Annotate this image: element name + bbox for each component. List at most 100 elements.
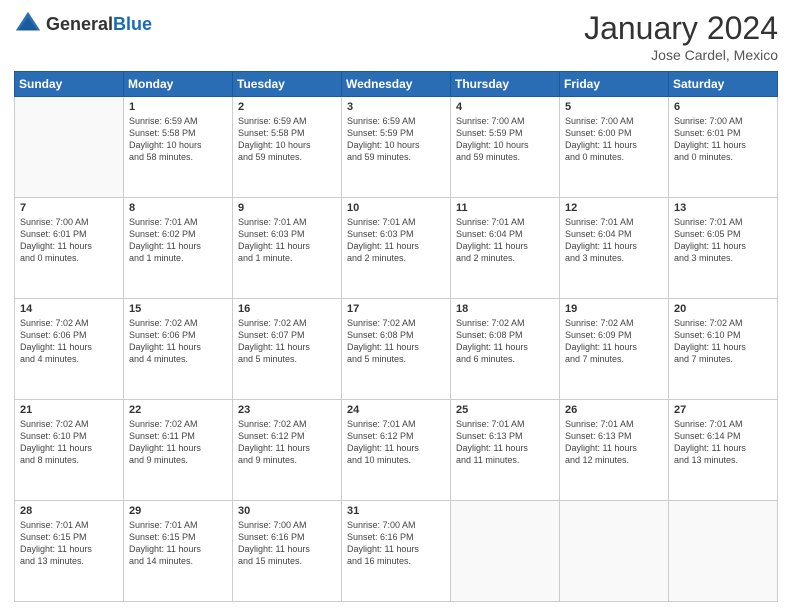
day-info: Sunrise: 6:59 AMSunset: 5:58 PMDaylight:… xyxy=(238,115,336,164)
day-info: Sunrise: 6:59 AMSunset: 5:59 PMDaylight:… xyxy=(347,115,445,164)
day-info: Sunrise: 7:00 AMSunset: 5:59 PMDaylight:… xyxy=(456,115,554,164)
day-info: Sunrise: 7:01 AMSunset: 6:04 PMDaylight:… xyxy=(565,216,663,265)
title-area: January 2024 Jose Cardel, Mexico xyxy=(584,10,778,63)
day-number: 19 xyxy=(565,303,663,315)
calendar-cell: 25 Sunrise: 7:01 AMSunset: 6:13 PMDayligh… xyxy=(451,400,560,501)
calendar-cell: 4 Sunrise: 7:00 AMSunset: 5:59 PMDaylight… xyxy=(451,97,560,198)
calendar-cell: 29 Sunrise: 7:01 AMSunset: 6:15 PMDayligh… xyxy=(124,501,233,602)
calendar-cell: 31 Sunrise: 7:00 AMSunset: 6:16 PMDayligh… xyxy=(342,501,451,602)
calendar-header: SundayMondayTuesdayWednesdayThursdayFrid… xyxy=(15,72,778,97)
calendar-cell: 17Sunrise: 7:02 AMSunset: 6:08 PMDayligh… xyxy=(342,299,451,400)
calendar-cell: 22 Sunrise: 7:02 AMSunset: 6:11 PMDayligh… xyxy=(124,400,233,501)
weekday-header: Wednesday xyxy=(342,72,451,97)
day-info: Sunrise: 7:00 AMSunset: 6:00 PMDaylight:… xyxy=(565,115,663,164)
day-info: Sunrise: 7:01 AMSunset: 6:13 PMDaylight:… xyxy=(565,418,663,467)
logo-text: GeneralBlue xyxy=(46,14,152,35)
day-number: 7 xyxy=(20,202,118,214)
calendar-cell: 21Sunrise: 7:02 AMSunset: 6:10 PMDayligh… xyxy=(15,400,124,501)
day-number: 21 xyxy=(20,404,118,416)
day-info: Sunrise: 7:02 AMSunset: 6:06 PMDaylight:… xyxy=(20,317,118,366)
weekday-header: Saturday xyxy=(669,72,778,97)
calendar-cell: 20 Sunrise: 7:02 AMSunset: 6:10 PMDayligh… xyxy=(669,299,778,400)
calendar-cell: 7Sunrise: 7:00 AMSunset: 6:01 PMDaylight… xyxy=(15,198,124,299)
calendar-cell: 24Sunrise: 7:01 AMSunset: 6:12 PMDayligh… xyxy=(342,400,451,501)
calendar-cell: 13 Sunrise: 7:01 AMSunset: 6:05 PMDayligh… xyxy=(669,198,778,299)
month-title: January 2024 xyxy=(584,10,778,47)
calendar-body: 1 Sunrise: 6:59 AMSunset: 5:58 PMDaylight… xyxy=(15,97,778,602)
calendar-cell: 3 Sunrise: 6:59 AMSunset: 5:59 PMDaylight… xyxy=(342,97,451,198)
calendar-cell xyxy=(560,501,669,602)
day-info: Sunrise: 7:00 AMSunset: 6:16 PMDaylight:… xyxy=(347,519,445,568)
day-number: 26 xyxy=(565,404,663,416)
day-number: 13 xyxy=(674,202,772,214)
calendar-cell: 12 Sunrise: 7:01 AMSunset: 6:04 PMDayligh… xyxy=(560,198,669,299)
day-info: Sunrise: 7:01 AMSunset: 6:15 PMDaylight:… xyxy=(129,519,227,568)
day-info: Sunrise: 6:59 AMSunset: 5:58 PMDaylight:… xyxy=(129,115,227,164)
day-number: 14 xyxy=(20,303,118,315)
day-number: 29 xyxy=(129,505,227,517)
day-number: 1 xyxy=(129,101,227,113)
day-info: Sunrise: 7:02 AMSunset: 6:09 PMDaylight:… xyxy=(565,317,663,366)
weekday-row: SundayMondayTuesdayWednesdayThursdayFrid… xyxy=(15,72,778,97)
day-info: Sunrise: 7:01 AMSunset: 6:03 PMDaylight:… xyxy=(347,216,445,265)
day-info: Sunrise: 7:01 AMSunset: 6:13 PMDaylight:… xyxy=(456,418,554,467)
calendar-page: GeneralBlue January 2024 Jose Cardel, Me… xyxy=(0,0,792,612)
day-info: Sunrise: 7:02 AMSunset: 6:07 PMDaylight:… xyxy=(238,317,336,366)
calendar-cell: 9Sunrise: 7:01 AMSunset: 6:03 PMDaylight… xyxy=(233,198,342,299)
calendar-cell: 2 Sunrise: 6:59 AMSunset: 5:58 PMDaylight… xyxy=(233,97,342,198)
day-number: 3 xyxy=(347,101,445,113)
calendar-week-row: 7Sunrise: 7:00 AMSunset: 6:01 PMDaylight… xyxy=(15,198,778,299)
day-info: Sunrise: 7:01 AMSunset: 6:12 PMDaylight:… xyxy=(347,418,445,467)
calendar-week-row: 21Sunrise: 7:02 AMSunset: 6:10 PMDayligh… xyxy=(15,400,778,501)
calendar-cell: 28Sunrise: 7:01 AMSunset: 6:15 PMDayligh… xyxy=(15,501,124,602)
calendar-cell xyxy=(669,501,778,602)
calendar-cell: 6Sunrise: 7:00 AMSunset: 6:01 PMDaylight… xyxy=(669,97,778,198)
calendar-cell: 14 Sunrise: 7:02 AMSunset: 6:06 PMDayligh… xyxy=(15,299,124,400)
day-number: 22 xyxy=(129,404,227,416)
day-info: Sunrise: 7:00 AMSunset: 6:01 PMDaylight:… xyxy=(674,115,772,164)
weekday-header: Tuesday xyxy=(233,72,342,97)
header: GeneralBlue January 2024 Jose Cardel, Me… xyxy=(14,10,778,63)
calendar-cell: 19 Sunrise: 7:02 AMSunset: 6:09 PMDayligh… xyxy=(560,299,669,400)
location: Jose Cardel, Mexico xyxy=(584,47,778,63)
day-number: 9 xyxy=(238,202,336,214)
calendar-week-row: 1 Sunrise: 6:59 AMSunset: 5:58 PMDaylight… xyxy=(15,97,778,198)
day-number: 10 xyxy=(347,202,445,214)
day-number: 28 xyxy=(20,505,118,517)
day-info: Sunrise: 7:01 AMSunset: 6:02 PMDaylight:… xyxy=(129,216,227,265)
weekday-header: Friday xyxy=(560,72,669,97)
calendar-cell: 27 Sunrise: 7:01 AMSunset: 6:14 PMDayligh… xyxy=(669,400,778,501)
calendar-cell: 15Sunrise: 7:02 AMSunset: 6:06 PMDayligh… xyxy=(124,299,233,400)
calendar-cell: 11Sunrise: 7:01 AMSunset: 6:04 PMDayligh… xyxy=(451,198,560,299)
day-info: Sunrise: 7:01 AMSunset: 6:14 PMDaylight:… xyxy=(674,418,772,467)
calendar-cell xyxy=(15,97,124,198)
day-number: 12 xyxy=(565,202,663,214)
calendar-cell: 30 Sunrise: 7:00 AMSunset: 6:16 PMDayligh… xyxy=(233,501,342,602)
calendar-cell: 16 Sunrise: 7:02 AMSunset: 6:07 PMDayligh… xyxy=(233,299,342,400)
day-number: 25 xyxy=(456,404,554,416)
weekday-header: Monday xyxy=(124,72,233,97)
day-info: Sunrise: 7:02 AMSunset: 6:12 PMDaylight:… xyxy=(238,418,336,467)
day-info: Sunrise: 7:02 AMSunset: 6:11 PMDaylight:… xyxy=(129,418,227,467)
day-info: Sunrise: 7:01 AMSunset: 6:04 PMDaylight:… xyxy=(456,216,554,265)
day-number: 27 xyxy=(674,404,772,416)
day-number: 16 xyxy=(238,303,336,315)
day-number: 15 xyxy=(129,303,227,315)
day-info: Sunrise: 7:02 AMSunset: 6:08 PMDaylight:… xyxy=(456,317,554,366)
day-number: 20 xyxy=(674,303,772,315)
calendar-cell: 26 Sunrise: 7:01 AMSunset: 6:13 PMDayligh… xyxy=(560,400,669,501)
day-number: 4 xyxy=(456,101,554,113)
day-info: Sunrise: 7:01 AMSunset: 6:05 PMDaylight:… xyxy=(674,216,772,265)
day-number: 31 xyxy=(347,505,445,517)
day-number: 30 xyxy=(238,505,336,517)
calendar-cell: 5 Sunrise: 7:00 AMSunset: 6:00 PMDaylight… xyxy=(560,97,669,198)
calendar-cell: 8 Sunrise: 7:01 AMSunset: 6:02 PMDaylight… xyxy=(124,198,233,299)
day-number: 5 xyxy=(565,101,663,113)
day-number: 8 xyxy=(129,202,227,214)
day-number: 2 xyxy=(238,101,336,113)
day-info: Sunrise: 7:02 AMSunset: 6:10 PMDaylight:… xyxy=(674,317,772,366)
calendar-cell: 23Sunrise: 7:02 AMSunset: 6:12 PMDayligh… xyxy=(233,400,342,501)
day-info: Sunrise: 7:00 AMSunset: 6:16 PMDaylight:… xyxy=(238,519,336,568)
logo: GeneralBlue xyxy=(14,10,152,38)
weekday-header: Thursday xyxy=(451,72,560,97)
